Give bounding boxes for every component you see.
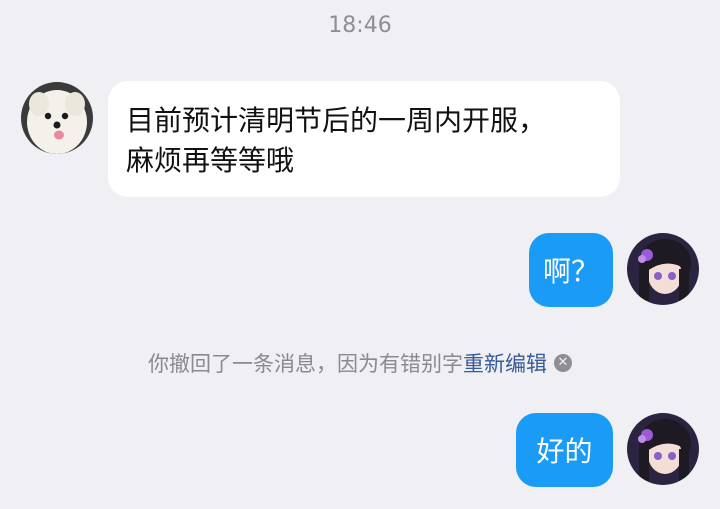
anime-girl-avatar-icon bbox=[627, 413, 699, 485]
dog-photo-icon bbox=[21, 82, 93, 154]
incoming-message-bubble[interactable]: 目前预计清明节后的一周内开服， 麻烦再等等哦 bbox=[108, 81, 620, 197]
outgoing-message-bubble[interactable]: 好的 bbox=[516, 413, 613, 487]
outgoing-message-text: 好的 bbox=[536, 435, 593, 468]
incoming-message-line: 麻烦再等等哦 bbox=[126, 144, 295, 177]
self-avatar[interactable] bbox=[627, 413, 699, 485]
anime-girl-avatar-icon bbox=[627, 233, 699, 305]
close-circle-icon[interactable]: ✕ bbox=[554, 354, 572, 372]
incoming-message-line: 目前预计清明节后的一周内开服， bbox=[126, 104, 547, 137]
re-edit-link[interactable]: 重新编辑 bbox=[463, 348, 547, 378]
outgoing-message-bubble[interactable]: 啊？ bbox=[529, 233, 613, 307]
message-timestamp: 18:46 bbox=[328, 13, 392, 38]
self-avatar[interactable] bbox=[627, 233, 699, 305]
outgoing-message-text: 啊？ bbox=[542, 255, 599, 288]
recall-notice: 你撤回了一条消息，因为有错别字 重新编辑 ✕ bbox=[0, 348, 720, 378]
contact-avatar[interactable] bbox=[21, 82, 93, 154]
recall-notice-text: 你撤回了一条消息，因为有错别字 bbox=[148, 352, 463, 376]
